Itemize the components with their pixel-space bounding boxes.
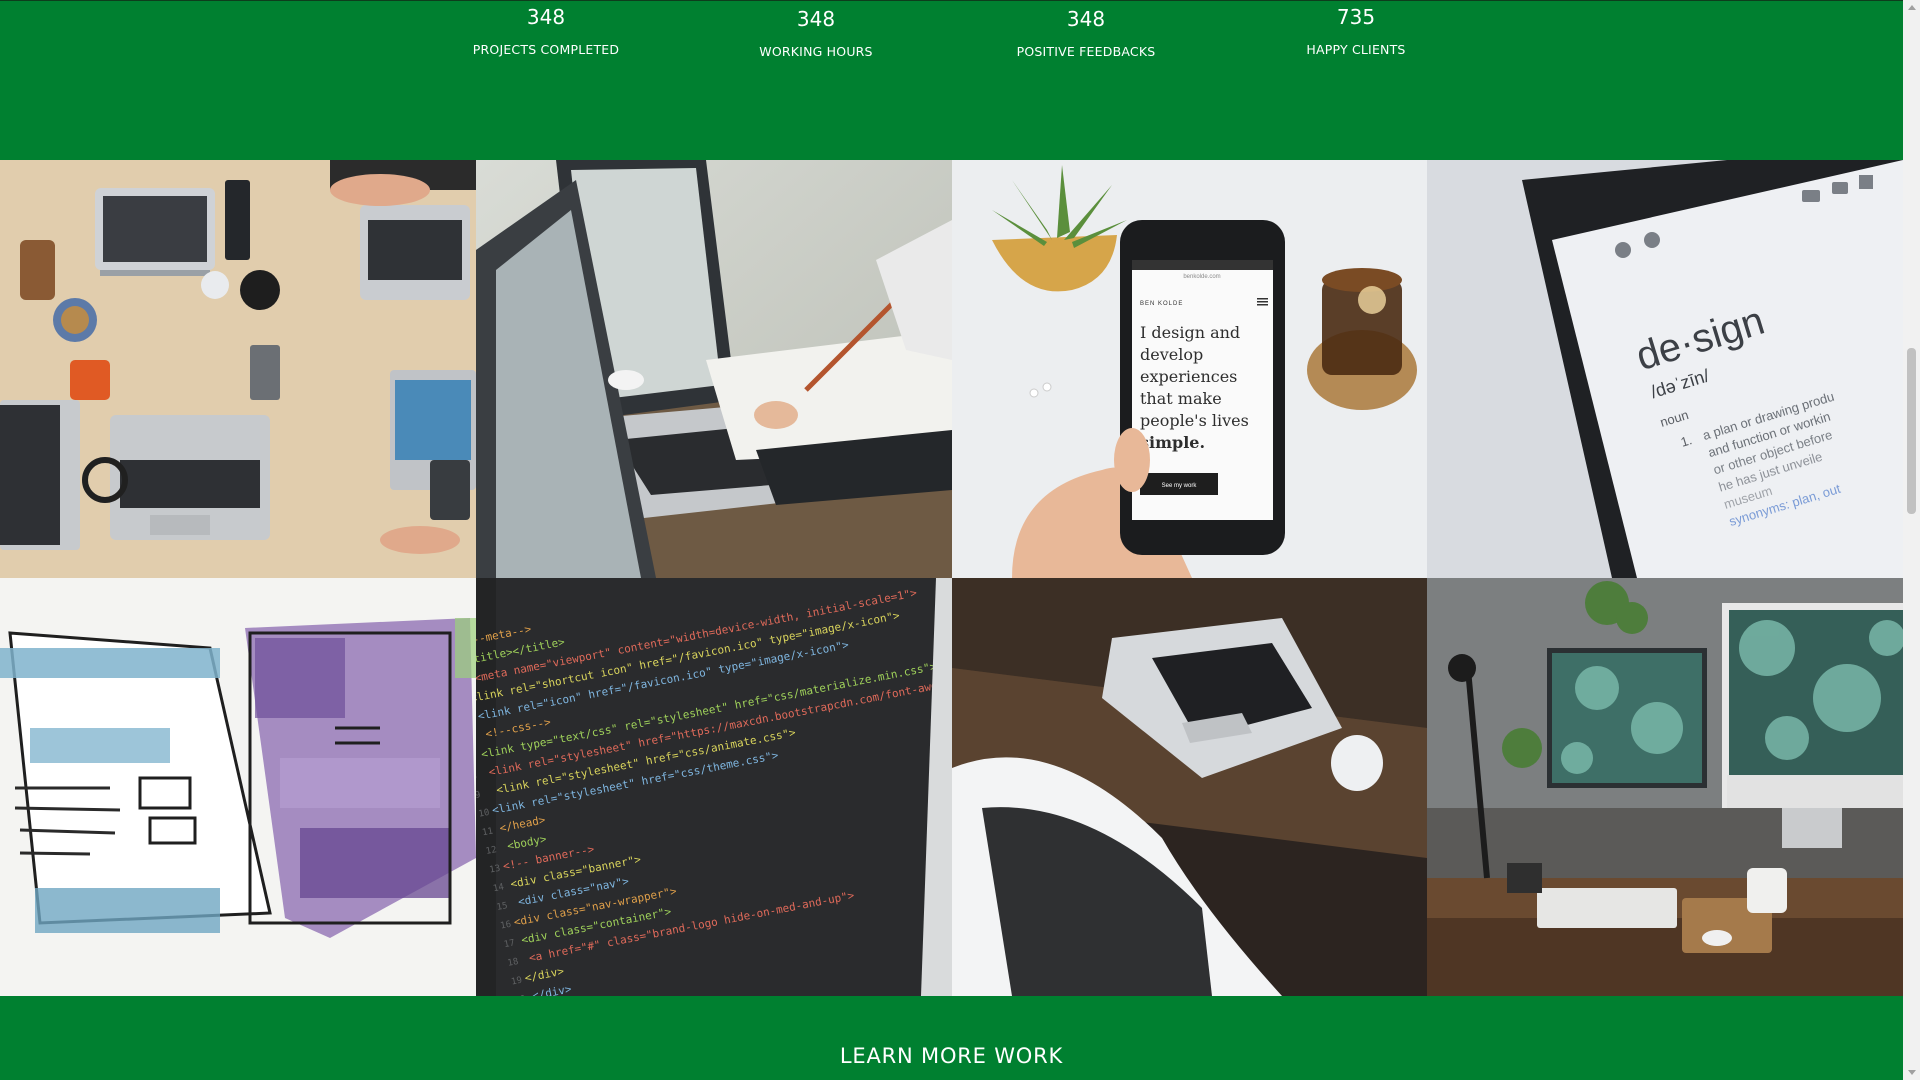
learn-more-work-link[interactable]: LEARN MORE WORK (0, 1044, 1903, 1068)
page: 348 PROJECTS COMPLETED 348 WORKING HOURS… (0, 0, 1903, 1080)
phone-site-header: BEN KOLDE (1140, 301, 1183, 307)
code-line-number: 18 (507, 957, 520, 969)
code-line-number: 11 (481, 826, 494, 838)
scroll-down-arrow-icon[interactable] (1908, 1070, 1916, 1075)
code-line-number: 17 (503, 938, 516, 950)
gallery-item-wireframe-sketch[interactable] (0, 578, 476, 996)
stat-positive-feedbacks: 348 POSITIVE FEEDBACKS (976, 7, 1196, 60)
imac-setup-image (1427, 578, 1903, 996)
design-definition-image: de·sign /dəˈzīn/ noun 1. a plan or drawi… (1427, 160, 1903, 578)
code-line-number: 12 (485, 845, 498, 857)
laptop-desk-image (952, 578, 1427, 996)
stat-label: WORKING HOURS (759, 44, 873, 59)
page-scrollbar[interactable] (1903, 0, 1920, 1080)
stats-section: 348 PROJECTS COMPLETED 348 WORKING HOURS… (0, 0, 1903, 160)
stat-value: 348 (526, 5, 566, 29)
phone-tagline-bold: simple. (1140, 433, 1205, 452)
stat-label: PROJECTS COMPLETED (472, 42, 620, 57)
phone-portfolio-image: benkolde.com BEN KOLDE I design and deve… (952, 160, 1427, 578)
code-editor-image: <!--meta-->1<title></title>2<meta name="… (476, 578, 952, 996)
learn-more-section: LEARN MORE WORK (0, 996, 1903, 1080)
scrollbar-thumb[interactable] (1907, 348, 1916, 514)
stat-working-hours: 348 WORKING HOURS (706, 7, 926, 60)
gallery-item-code-editor[interactable]: <!--meta-->1<title></title>2<meta name="… (476, 578, 952, 996)
stat-label: HAPPY CLIENTS (1306, 42, 1406, 57)
gallery-item-design-definition[interactable]: de·sign /dəˈzīn/ noun 1. a plan or drawi… (1427, 160, 1903, 578)
team-desk-image (0, 160, 476, 578)
phone-tagline-2: develop (1140, 345, 1203, 364)
stat-label: POSITIVE FEEDBACKS (1016, 44, 1156, 59)
phone-cta: See my work (1162, 483, 1198, 489)
phone-tagline-4: that make (1140, 389, 1222, 408)
gallery-item-phone-portfolio[interactable]: benkolde.com BEN KOLDE I design and deve… (952, 160, 1427, 578)
phone-tagline-1: I design and (1140, 323, 1240, 342)
gallery-item-imac-setup[interactable] (1427, 578, 1903, 996)
stat-value: 348 (1066, 7, 1106, 31)
code-line-number: 16 (500, 920, 513, 932)
code-line-number: 14 (492, 882, 505, 894)
code-line-number: 13 (489, 864, 502, 876)
gallery-item-laptop-sketching[interactable] (476, 160, 952, 578)
stat-value: 348 (796, 7, 836, 31)
stat-happy-clients: 735 HAPPY CLIENTS (1246, 5, 1466, 58)
scroll-up-arrow-icon[interactable] (1908, 5, 1916, 10)
gallery-item-laptop-desk[interactable] (952, 578, 1427, 996)
phone-tagline-5: people's lives (1140, 411, 1249, 430)
code-line-number: 15 (496, 901, 509, 913)
phone-url: benkolde.com (1183, 274, 1220, 280)
portfolio-gallery: benkolde.com BEN KOLDE I design and deve… (0, 160, 1903, 996)
gallery-item-team-desk[interactable] (0, 160, 476, 578)
code-line-number: 10 (478, 808, 491, 820)
stat-projects-completed: 348 PROJECTS COMPLETED (436, 5, 656, 58)
stat-value: 735 (1336, 5, 1376, 29)
wireframe-sketch-image (0, 578, 476, 996)
phone-tagline-3: experiences (1140, 367, 1237, 386)
code-line-number: 19 (510, 976, 523, 988)
laptop-sketching-image (476, 160, 952, 578)
